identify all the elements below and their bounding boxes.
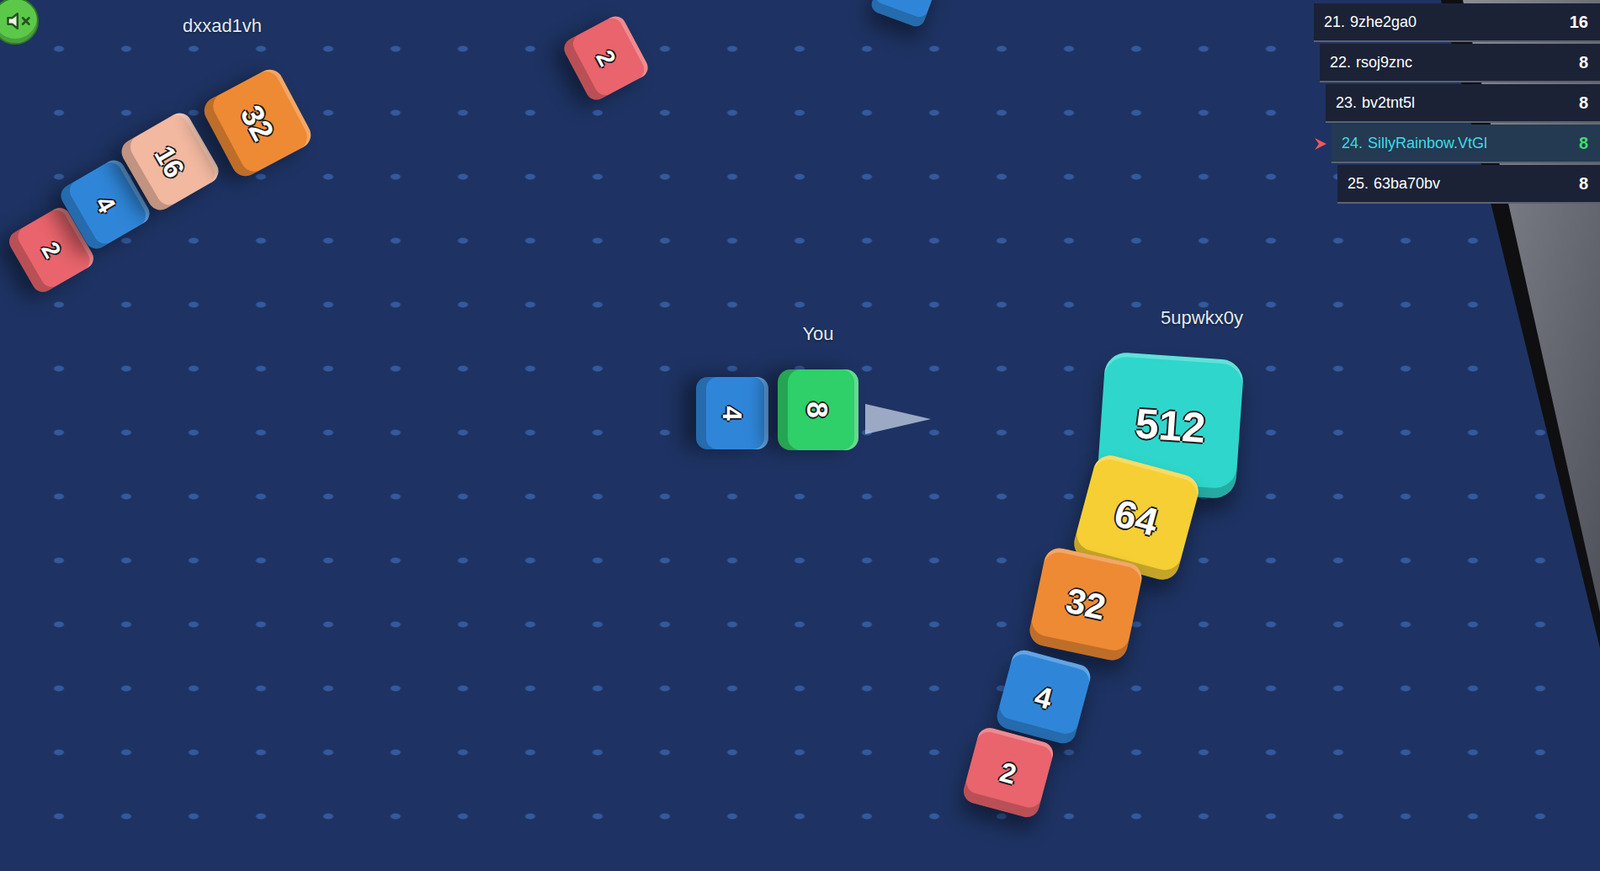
- leaderboard-row: 21.9zhe2ga0 16: [1313, 3, 1600, 43]
- leaderboard-player: 21.9zhe2ga0: [1323, 10, 1417, 34]
- leaderboard-score: 8: [1578, 49, 1589, 75]
- leaderboard-name: bv2tnt5l: [1361, 91, 1415, 115]
- cube-value: 64: [1110, 493, 1162, 543]
- leaderboard-rank: 21.: [1323, 10, 1345, 34]
- cube-value: 4: [719, 405, 746, 420]
- leaderboard-row: 23.bv2tnt5l 8: [1325, 84, 1600, 123]
- cube-value: 4: [90, 191, 120, 217]
- leaderboard-score: 8: [1578, 90, 1589, 116]
- direction-arrow-icon: [865, 402, 933, 436]
- leaderboard-score: 8: [1578, 170, 1589, 197]
- cube-value: 32: [1063, 583, 1109, 627]
- leaderboard-score: 16: [1569, 9, 1589, 35]
- player-name: dxxad1vh: [182, 11, 262, 40]
- player-name: 5upwkx0y: [1160, 303, 1244, 332]
- leaderboard-player: 25.63ba70bv: [1347, 172, 1441, 196]
- player-name: You: [802, 319, 834, 348]
- cube-value: 8: [803, 401, 834, 418]
- number-cube: 4: [696, 377, 769, 450]
- leaderboard-player: 23.bv2tnt5l: [1335, 91, 1415, 115]
- leaderboard-name: SillyRainbow.VtGl: [1367, 132, 1488, 155]
- leaderboard-row: 24.SillyRainbow.VtGl 8: [1331, 124, 1600, 164]
- leaderboard-name: rsoj9znc: [1355, 51, 1413, 75]
- leaderboard-rank: 24.: [1341, 132, 1363, 155]
- leaderboard: 21.9zhe2ga01622.rsoj9znc823.bv2tnt5l824.…: [1313, 3, 1600, 204]
- cube-value: 2: [591, 46, 620, 70]
- leaderboard-name: 63ba70bv: [1373, 172, 1441, 196]
- game-canvas[interactable]: 2241632dxxad1vh48You5126432425upwkx0y21.…: [0, 0, 1600, 871]
- leaderboard-player: 22.rsoj9znc: [1329, 51, 1413, 75]
- leaderboard-row: 25.63ba70bv 8: [1337, 164, 1600, 204]
- cube-value: 4: [1031, 680, 1056, 714]
- cube-value: 16: [150, 141, 191, 182]
- number-cube: 32: [1026, 545, 1145, 664]
- number-cube: 8: [777, 369, 859, 451]
- leaderboard-row: 22.rsoj9znc 8: [1319, 43, 1600, 83]
- leaderboard-score: 8: [1578, 130, 1589, 156]
- current-player-chevron-icon: [1312, 136, 1329, 152]
- cube-value: 2: [997, 757, 1020, 789]
- leaderboard-player: 24.SillyRainbow.VtGl: [1341, 132, 1488, 155]
- speaker-muted-icon: [5, 8, 32, 34]
- leaderboard-rank: 23.: [1335, 91, 1357, 115]
- leaderboard-name: 9zhe2ga0: [1350, 10, 1417, 34]
- leaderboard-rank: 25.: [1347, 172, 1369, 196]
- cube-value: 2: [37, 238, 65, 262]
- cube-value: 32: [235, 100, 280, 146]
- cube-value: 512: [1133, 401, 1207, 449]
- leaderboard-rank: 22.: [1329, 51, 1351, 75]
